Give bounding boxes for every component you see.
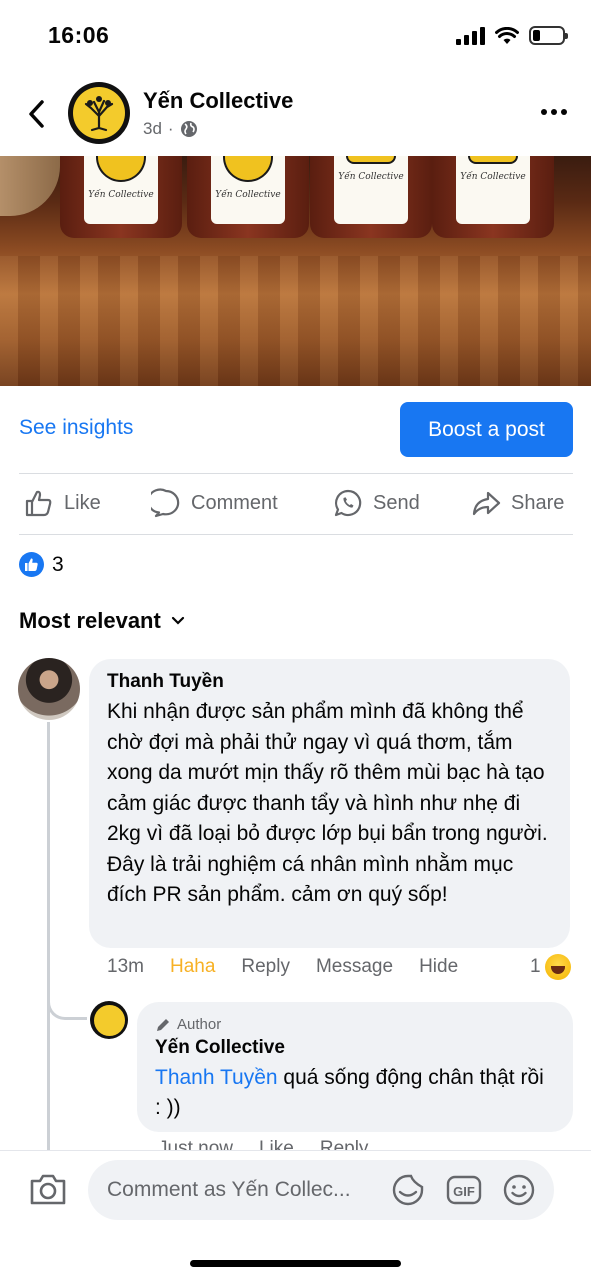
bowl-image [0, 156, 60, 216]
comment-author[interactable]: Thanh Tuyền [107, 671, 552, 693]
comment-message-button[interactable]: Message [316, 956, 393, 978]
more-options-button[interactable] [539, 100, 569, 124]
like-icon [19, 552, 44, 577]
post-photo[interactable]: Yến Collective Yến Collective Yến Collec… [0, 156, 591, 386]
thread-connector [47, 990, 87, 1020]
sort-label: Most relevant [19, 608, 161, 633]
haha-icon [544, 954, 571, 980]
tree-logo-icon [84, 96, 114, 132]
sticker-button[interactable] [390, 1172, 426, 1208]
share-label: Share [511, 491, 565, 514]
comment-reaction-summary[interactable]: 1 [530, 954, 571, 980]
meta-separator: · [167, 119, 174, 138]
thread-line [47, 722, 50, 1152]
more-dot-icon [541, 109, 547, 115]
page-avatar[interactable] [68, 82, 130, 144]
author-badge-label: Author [177, 1016, 222, 1033]
comment-text: Khi nhận được sản phẩm mình đã không thể… [107, 700, 548, 906]
comment-icon [151, 488, 180, 518]
status-icons [456, 26, 568, 45]
comment-button[interactable]: Comment [151, 488, 278, 518]
back-button[interactable] [20, 96, 52, 132]
post-actions: Like Comment Send Share [0, 474, 591, 534]
commenter-avatar[interactable] [18, 658, 80, 720]
product-jar: Yến Collective [187, 156, 309, 238]
comment-reply-button[interactable]: Reply [241, 956, 290, 978]
pencil-icon [157, 1018, 169, 1031]
reply-text: Thanh Tuyền quá sống động chân thật rồi … [155, 1063, 555, 1123]
send-button[interactable]: Send [333, 488, 420, 518]
comment-reaction-button[interactable]: Haha [170, 956, 215, 978]
page-name[interactable]: Yến Collective [143, 88, 293, 114]
gif-icon: GIF [446, 1175, 482, 1205]
reply-avatar[interactable] [90, 1001, 128, 1039]
signal-icon [456, 26, 485, 45]
camera-icon [30, 1174, 66, 1205]
post-meta: 3d · [143, 119, 198, 139]
product-jar: Yến Collective [432, 156, 554, 238]
comment-time: 13m [107, 956, 144, 977]
comment-hide-button[interactable]: Hide [419, 956, 458, 978]
comment-label: Comment [191, 491, 278, 514]
comment-bubble[interactable]: Thanh Tuyền Khi nhận được sản phẩm mình … [89, 659, 570, 948]
status-time: 16:06 [48, 22, 110, 48]
comment-input[interactable]: Comment as Yến Collec... GIF [88, 1160, 554, 1220]
comment-reaction-count: 1 [530, 956, 541, 977]
post-header: Yến Collective 3d · [0, 76, 591, 154]
reply-author[interactable]: Yến Collective [155, 1037, 555, 1059]
author-badge: Author [155, 1016, 555, 1033]
chevron-down-icon [171, 616, 184, 625]
like-button[interactable]: Like [24, 488, 101, 518]
share-button[interactable]: Share [471, 488, 564, 518]
post-age: 3d [143, 119, 162, 138]
emoji-icon [503, 1174, 535, 1206]
status-bar: 16:06 [0, 0, 591, 72]
globe-icon [180, 121, 197, 137]
like-label: Like [64, 491, 101, 514]
emoji-button[interactable] [501, 1172, 537, 1208]
comment-sort-dropdown[interactable]: Most relevant [19, 608, 185, 634]
camera-button[interactable] [28, 1171, 72, 1211]
comment-input-placeholder: Comment as Yến Collec... [107, 1178, 351, 1201]
see-insights-link[interactable]: See insights [19, 416, 133, 440]
chevron-left-icon [29, 100, 44, 128]
divider [19, 534, 573, 535]
reply-bubble[interactable]: Author Yến Collective Thanh Tuyền quá số… [137, 1002, 573, 1132]
home-indicator[interactable] [190, 1260, 401, 1267]
product-jar: Yến Collective [310, 156, 432, 238]
boost-post-button[interactable]: Boost a post [400, 402, 573, 457]
comment-actions: 13m Haha Reply Message Hide [107, 956, 484, 978]
thumbs-up-icon [25, 490, 52, 517]
reaction-summary[interactable]: 3 [19, 552, 64, 577]
sticker-icon [392, 1174, 424, 1206]
whatsapp-icon [334, 489, 362, 517]
wifi-icon [495, 26, 519, 44]
share-icon [472, 491, 501, 516]
send-label: Send [373, 491, 420, 514]
gif-button[interactable]: GIF [446, 1172, 482, 1208]
battery-icon [529, 26, 568, 45]
reply-mention[interactable]: Thanh Tuyền [155, 1066, 278, 1089]
svg-text:GIF: GIF [453, 1184, 475, 1199]
reaction-count: 3 [52, 552, 64, 576]
product-jar: Yến Collective [60, 156, 182, 238]
